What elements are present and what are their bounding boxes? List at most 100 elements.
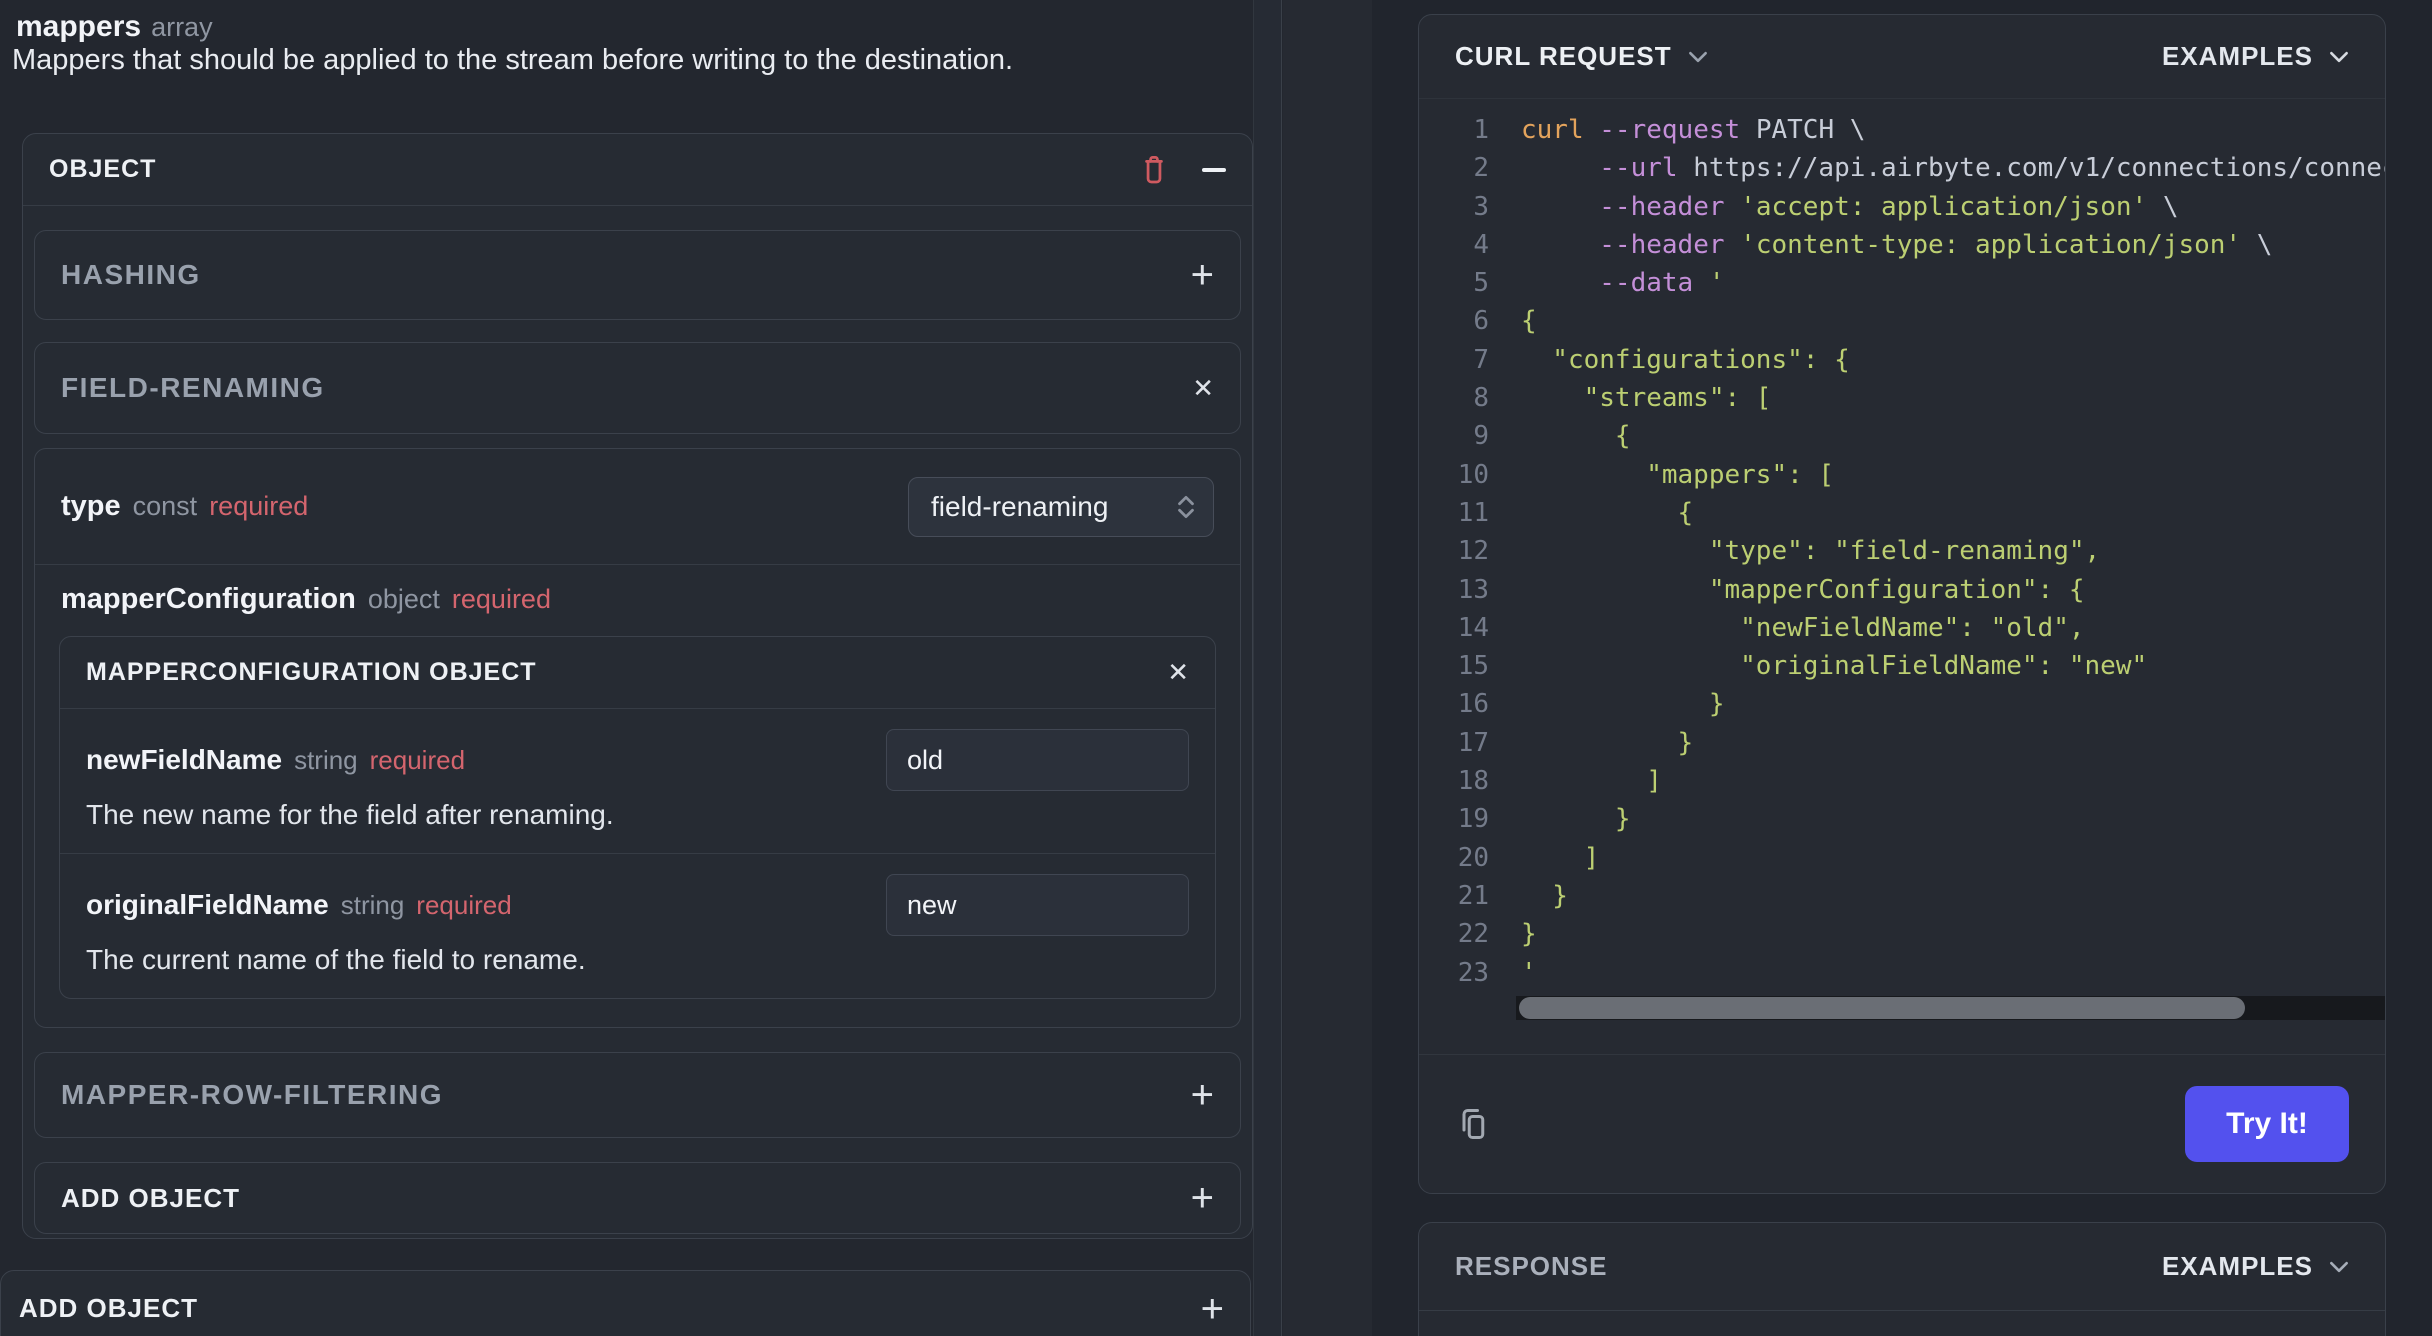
property-title: mappers array — [16, 10, 213, 44]
property-description: Mappers that should be applied to the st… — [12, 44, 1014, 76]
api-docs-screen: mappers array Mappers that should be appl… — [0, 0, 2432, 1336]
code-line: 16 } — [1419, 685, 2385, 723]
code-text: "mappers": [ — [1521, 459, 1835, 490]
code-text: "configurations": { — [1521, 344, 1850, 375]
code-text: curl --request PATCH \ — [1521, 115, 1866, 145]
mapper-configuration-object-card: MAPPERCONFIGURATION OBJECT ✕ newFieldNam… — [59, 636, 1216, 999]
type-property-row: type const required field-renaming — [35, 449, 1240, 565]
copy-code-button[interactable] — [1455, 1103, 1491, 1145]
schema-form-pane: mappers array Mappers that should be appl… — [0, 0, 1253, 1336]
code-line: 19 } — [1419, 800, 2385, 838]
code-text: --header 'accept: application/json' \ — [1599, 191, 2179, 222]
mapper-configuration-kind: object — [367, 584, 440, 614]
close-icon: ✕ — [1167, 657, 1189, 687]
try-it-button[interactable]: Try It! — [2185, 1085, 2349, 1162]
trash-icon — [1145, 155, 1163, 183]
object-card-body: HASHING + FIELD-RENAMING ✕ type const re… — [23, 206, 1252, 1238]
examples-dropdown[interactable]: EXAMPLES — [2162, 41, 2349, 72]
chevron-down-icon — [2330, 1261, 2348, 1272]
code-text: "mapperConfiguration": { — [1521, 574, 2085, 605]
line-number: 15 — [1457, 651, 1489, 682]
close-mapper-configuration-button[interactable]: ✕ — [1167, 657, 1189, 688]
code-text: } — [1521, 804, 1631, 835]
field-renaming-content: type const required field-renaming mappe… — [34, 448, 1241, 1028]
close-icon[interactable]: ✕ — [1192, 373, 1214, 404]
vertical-scrollbar[interactable] — [1253, 0, 1282, 1336]
mapper-configuration-required-badge: required — [451, 584, 551, 614]
response-examples-dropdown[interactable]: EXAMPLES — [2162, 1251, 2349, 1282]
horizontal-scrollbar-thumb[interactable] — [1519, 996, 2245, 1019]
line-number: 19 — [1457, 804, 1489, 835]
line-number: 3 — [1473, 191, 1489, 222]
curl-code-block[interactable]: 1 curl --request PATCH \ 2 --url https://a… — [1419, 99, 2385, 992]
code-text: } — [1521, 880, 1568, 911]
type-select[interactable]: field-renaming — [908, 476, 1214, 537]
line-number: 22 — [1457, 919, 1489, 950]
new-field-name-description: The new name for the field after renamin… — [86, 799, 614, 830]
code-line: 21 } — [1419, 877, 2385, 915]
add-object-button-inner[interactable]: ADD OBJECT + — [34, 1162, 1241, 1234]
line-number: 20 — [1457, 842, 1489, 873]
code-line: 18 ] — [1419, 762, 2385, 800]
plus-icon[interactable]: + — [1191, 255, 1214, 295]
field-renaming-accordion[interactable]: FIELD-RENAMING ✕ — [34, 342, 1241, 434]
new-field-name-label: newFieldName — [86, 744, 283, 775]
mapper-row-filtering-accordion[interactable]: MAPPER-ROW-FILTERING + — [34, 1052, 1241, 1138]
curl-request-card: CURL REQUEST EXAMPLES 1 curl --request PA… — [1418, 14, 2386, 1194]
minus-icon — [1202, 167, 1226, 172]
code-text: "originalFieldName": "new" — [1521, 651, 2148, 682]
examples-label: EXAMPLES — [2161, 1251, 2313, 1281]
code-line: 1 curl --request PATCH \ — [1419, 111, 2385, 149]
new-field-name-required-badge: required — [369, 745, 466, 775]
type-property-name: type — [61, 490, 121, 522]
line-number: 13 — [1457, 574, 1489, 605]
code-line: 9 { — [1419, 417, 2385, 455]
code-line: 17 } — [1419, 724, 2385, 762]
code-line: 7 "configurations": { — [1419, 341, 2385, 379]
code-text: { — [1521, 306, 1537, 337]
code-text: } — [1521, 919, 1537, 950]
code-text: --url https://api.airbyte.com/v1/connect… — [1599, 153, 2385, 184]
mapper-configuration-object-header: MAPPERCONFIGURATION OBJECT ✕ — [60, 637, 1215, 709]
type-required-badge: required — [209, 491, 309, 521]
horizontal-scrollbar-track[interactable] — [1516, 995, 2385, 1020]
original-field-name-input[interactable] — [886, 874, 1189, 936]
plus-icon[interactable]: + — [1191, 1075, 1214, 1115]
delete-object-button[interactable] — [1140, 154, 1168, 186]
line-number: 14 — [1457, 612, 1489, 643]
code-text: } — [1521, 689, 1725, 720]
line-number: 2 — [1473, 153, 1489, 184]
plus-icon: + — [1190, 1176, 1214, 1220]
new-field-name-input[interactable] — [886, 729, 1189, 791]
original-field-name-description: The current name of the field to rename. — [86, 944, 586, 975]
line-number: 23 — [1457, 957, 1489, 988]
property-name: mappers — [16, 10, 142, 43]
type-property-kind: const — [132, 491, 198, 521]
line-number: 4 — [1473, 229, 1489, 260]
code-text: { — [1521, 421, 1631, 452]
code-text: "streams": [ — [1521, 383, 1772, 414]
add-object-label: ADD OBJECT — [19, 1293, 199, 1323]
curl-request-title: CURL REQUEST — [1455, 41, 1672, 71]
curl-card-footer: Try It! — [1419, 1053, 2385, 1193]
object-card-header: OBJECT — [23, 134, 1252, 206]
code-line: 15 "originalFieldName": "new" — [1419, 647, 2385, 685]
code-line: 3 --header 'accept: application/json' \ — [1419, 188, 2385, 226]
language-dropdown[interactable]: CURL REQUEST — [1455, 41, 1708, 72]
hashing-accordion[interactable]: HASHING + — [34, 230, 1241, 320]
code-line: 8 "streams": [ — [1419, 379, 2385, 417]
code-line: 2 --url https://api.airbyte.com/v1/conne… — [1419, 149, 2385, 187]
add-object-button-outer[interactable]: ADD OBJECT + — [0, 1270, 1251, 1336]
property-type-badge: array — [151, 12, 213, 42]
mapper-row-filtering-label: MAPPER-ROW-FILTERING — [61, 1079, 443, 1110]
code-text: ' — [1521, 957, 1537, 988]
line-number: 21 — [1457, 880, 1489, 911]
code-line: 6{ — [1419, 302, 2385, 340]
collapse-object-button[interactable] — [1202, 167, 1226, 172]
original-field-name-kind: string — [340, 890, 405, 920]
new-field-name-row: newFieldName string required The new nam… — [60, 709, 1215, 854]
line-number: 18 — [1457, 766, 1489, 797]
select-stepper-icon — [1178, 495, 1194, 518]
code-line: 14 "newFieldName": "old", — [1419, 609, 2385, 647]
new-field-name-kind: string — [294, 745, 358, 775]
